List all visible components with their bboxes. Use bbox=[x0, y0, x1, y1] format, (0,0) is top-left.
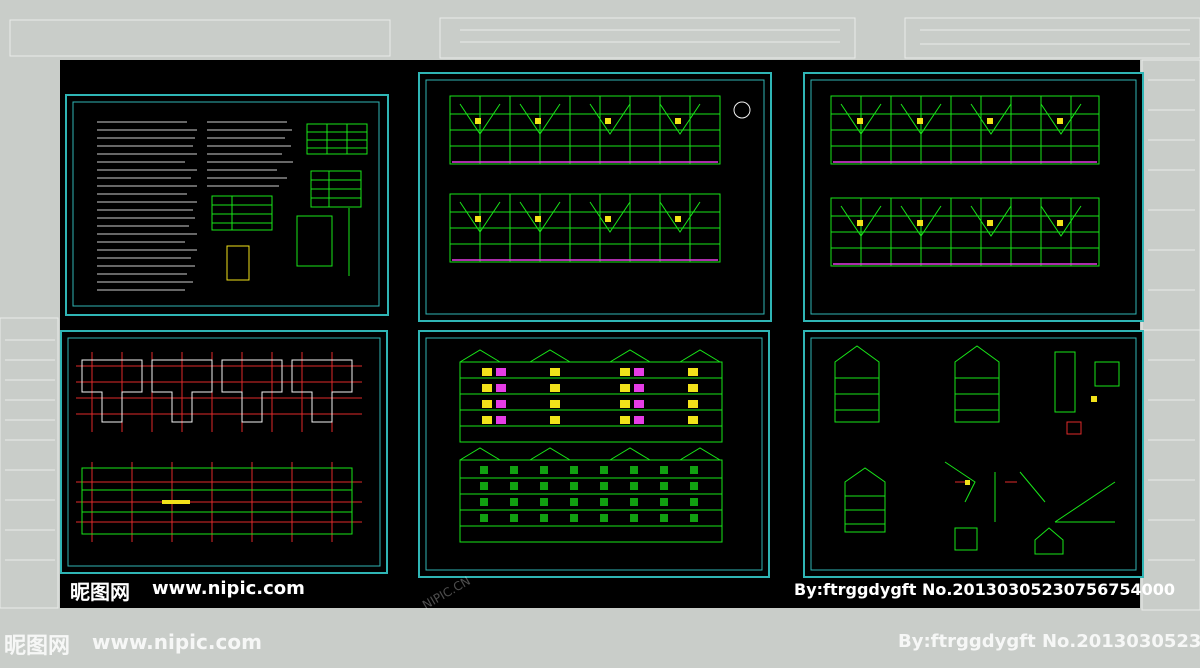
sheet-floor-plans-1 bbox=[418, 72, 772, 322]
watermark-site-outer: www.nipic.com bbox=[92, 630, 262, 654]
watermark-brand: 昵图网 bbox=[70, 580, 130, 604]
sheet-roof-foundation bbox=[60, 330, 388, 574]
watermark-credit: By:ftrggdygft No.20130305230756754000 bbox=[794, 580, 1176, 599]
watermark-stamp: NIPIC.CN bbox=[420, 573, 473, 613]
watermark-site: www.nipic.com bbox=[152, 578, 305, 599]
watermark-credit-outer: By:ftrggdygft No.20130305230 bbox=[898, 631, 1200, 652]
sheet-design-notes bbox=[65, 94, 389, 316]
watermark-brand-outer: 昵图网 bbox=[4, 634, 71, 659]
sheet-elevations bbox=[418, 330, 770, 578]
sheet-floor-plans-2 bbox=[803, 72, 1144, 322]
drawing-sheet-panel: 昵图网 www.nipic.com By:ftrggdygft No.20130… bbox=[60, 60, 1175, 612]
sheet-sections-details bbox=[803, 330, 1144, 578]
